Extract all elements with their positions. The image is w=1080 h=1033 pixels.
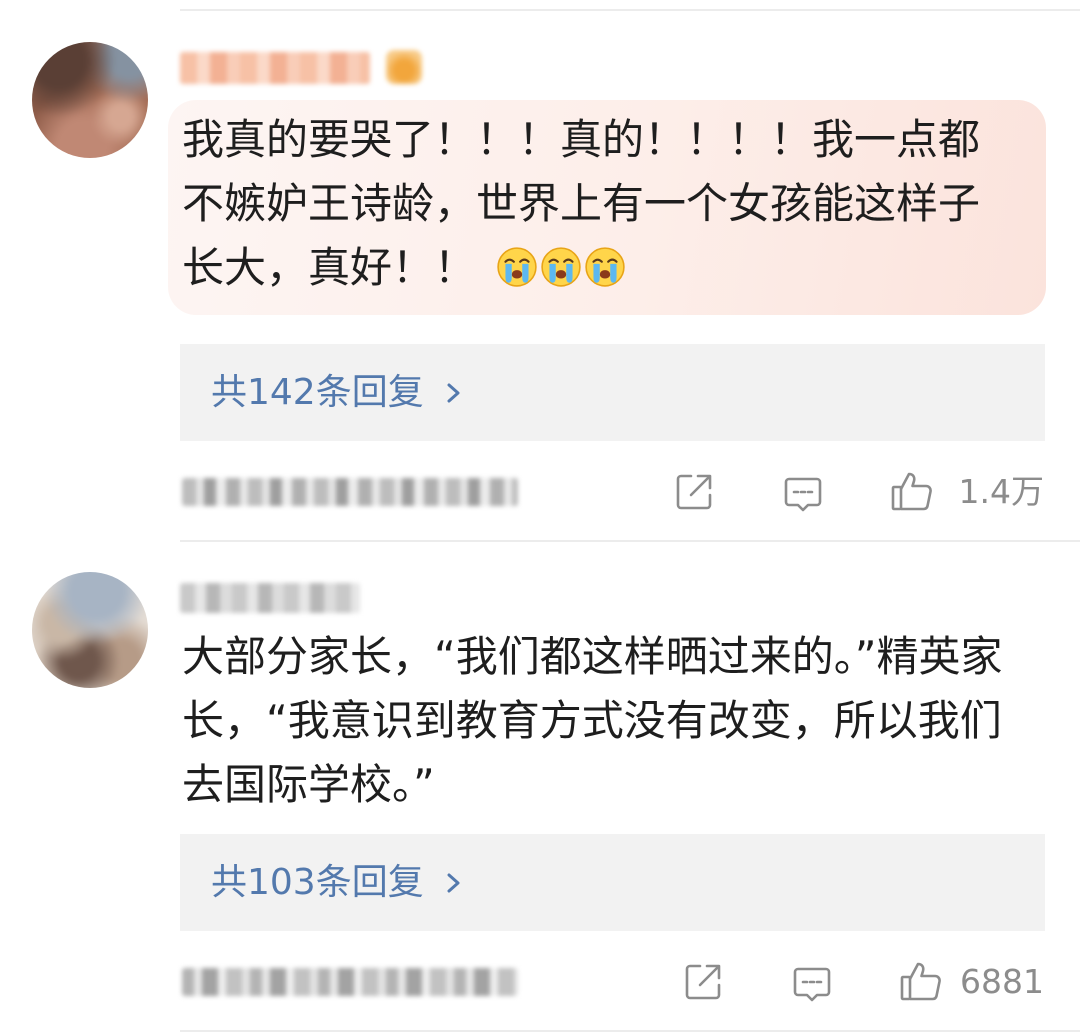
like-count: 6881 xyxy=(960,962,1044,1001)
timestamp-source-blurred xyxy=(182,968,518,996)
user-badge-icon xyxy=(386,50,422,84)
share-icon[interactable] xyxy=(683,962,723,1002)
crying-face-emoji xyxy=(497,246,537,287)
comment-text: 我真的要哭了！！！真的！！！！我一点都 不嫉妒王诗龄，世界上有一个女孩能这样子 … xyxy=(182,108,980,300)
thumbs-up-icon[interactable] xyxy=(890,469,934,513)
username-blurred[interactable] xyxy=(180,52,370,84)
replies-count-label: 共142条回复 xyxy=(211,371,424,413)
avatar[interactable] xyxy=(32,42,148,158)
crying-face-emoji xyxy=(541,246,581,287)
comment-text-line: 我真的要哭了！！！真的！！！！我一点都 xyxy=(182,115,981,164)
comment-icon[interactable] xyxy=(783,474,823,514)
divider-bottom xyxy=(180,1030,1080,1032)
chevron-right-icon xyxy=(447,873,460,892)
chevron-right-icon xyxy=(447,383,460,402)
divider-top xyxy=(180,9,1080,11)
divider xyxy=(180,540,1080,542)
username-blurred[interactable] xyxy=(180,583,360,613)
thumbs-up-icon[interactable] xyxy=(899,959,943,1003)
replies-count-label: 共103条回复 xyxy=(211,861,424,903)
share-icon[interactable] xyxy=(674,472,714,512)
comment-text-segment: 长大，真好！！ xyxy=(182,243,477,292)
comment-text-line: 长大，真好！！ xyxy=(182,236,980,300)
comment-text-line: 长，“我意识到教育方式没有改变，所以我们 xyxy=(182,696,1002,745)
avatar[interactable] xyxy=(32,572,148,688)
like-count: 1.4万 xyxy=(958,472,1044,511)
view-replies-button[interactable]: 共142条回复 xyxy=(180,344,1045,441)
comment-icon[interactable] xyxy=(792,964,832,1004)
view-replies-button[interactable]: 共103条回复 xyxy=(180,834,1045,931)
crying-face-emoji xyxy=(585,246,625,287)
comment-text-line: 不嫉妒王诗龄，世界上有一个女孩能这样子 xyxy=(182,179,981,228)
comment-text-line: 去国际学校。” xyxy=(182,760,435,809)
comment-text-line: 大部分家长，“我们都这样晒过来的。”精英家 xyxy=(182,632,1003,681)
comment-text: 大部分家长，“我们都这样晒过来的。”精英家 长，“我意识到教育方式没有改变，所以… xyxy=(182,625,1003,817)
timestamp-source-blurred xyxy=(182,478,518,506)
